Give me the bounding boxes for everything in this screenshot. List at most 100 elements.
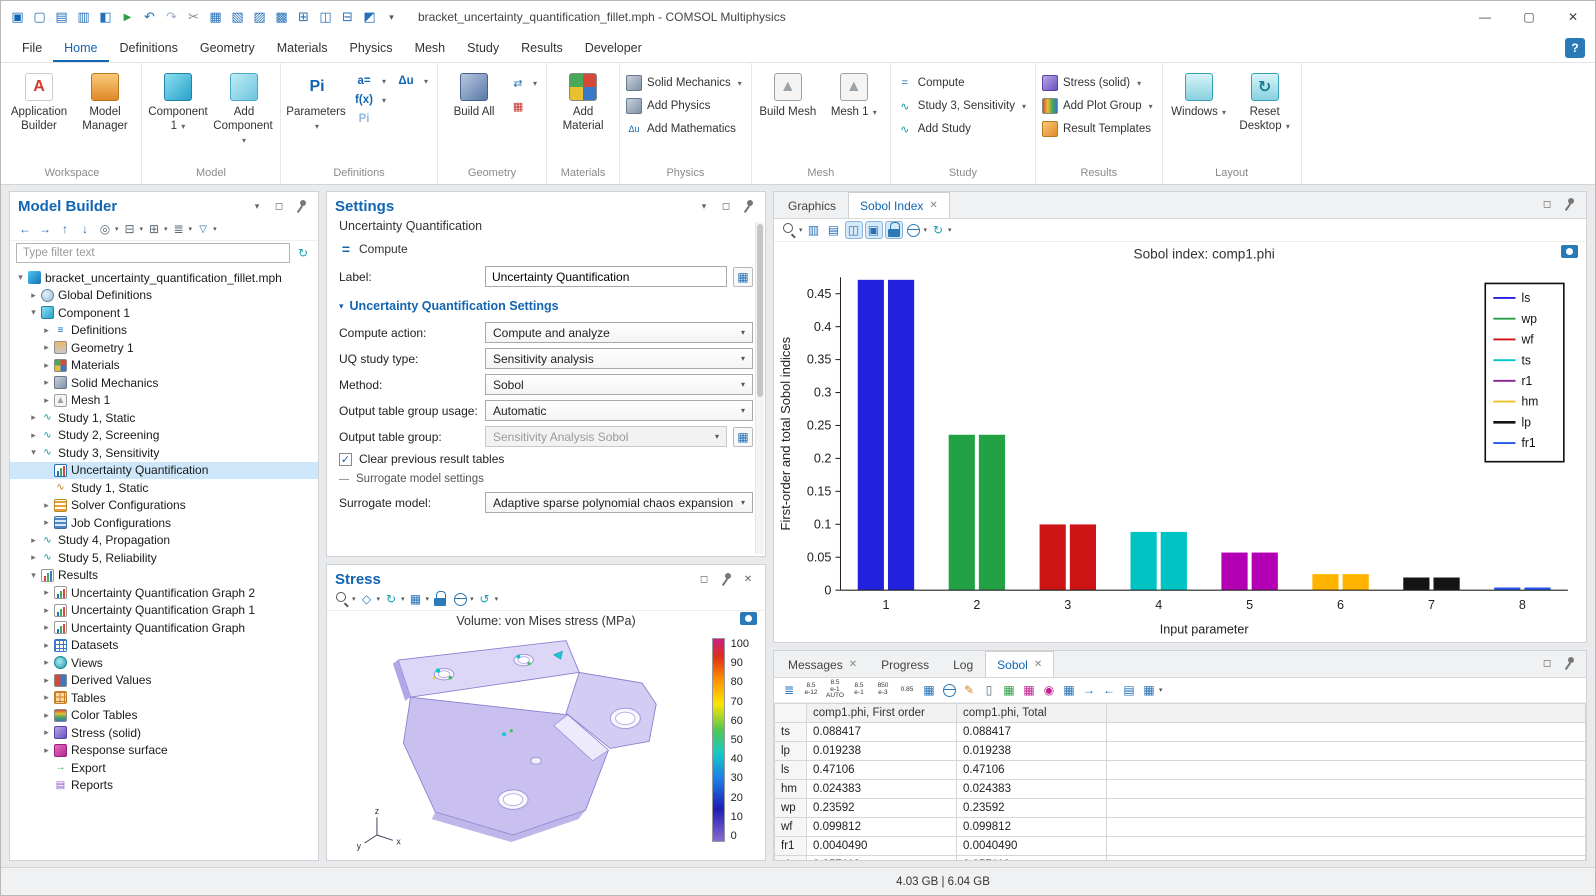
value-cell[interactable]: 0.024383 — [957, 780, 1107, 799]
minimize-button[interactable]: — — [1463, 1, 1507, 33]
tree-item-uncertainty-quantification-graph[interactable]: ▸Uncertainty Quantification Graph — [10, 619, 318, 637]
model-manager-icon[interactable] — [91, 73, 119, 101]
row-header-cell[interactable]: r1 — [775, 856, 807, 861]
tree-item-geometry-1[interactable]: ▸Geometry 1 — [10, 339, 318, 357]
dropdown-caret-icon[interactable]: ▾ — [495, 595, 499, 603]
tree-item-study-4-propagation[interactable]: ▸∿Study 4, Propagation — [10, 532, 318, 550]
ribbon-add-material[interactable]: Add Material — [551, 67, 615, 163]
expand-arrow-icon[interactable]: ▸ — [27, 290, 40, 301]
delete-icon[interactable]: ▩ — [271, 6, 292, 28]
sobol-chart-area[interactable]: Sobol index: comp1.phi1234567800.050.10.… — [774, 242, 1586, 642]
row-header-cell[interactable]: wf — [775, 818, 807, 837]
refresh-icon[interactable]: ↻ — [929, 221, 947, 239]
axis-xy-icon[interactable]: ▥ — [805, 221, 823, 239]
expand-arrow-icon[interactable]: ▸ — [40, 727, 53, 738]
row-header-cell[interactable]: wp — [775, 799, 807, 818]
tab-sobol[interactable]: Sobol✕ — [985, 651, 1054, 677]
paste-table-icon[interactable]: ▧ — [227, 6, 248, 28]
ribbon-add-mathematics[interactable]: ΔuAdd Mathematics — [624, 119, 747, 139]
tree-item-component-1[interactable]: ▾Component 1 — [10, 304, 318, 322]
sync-icon[interactable]: ↺ — [476, 590, 494, 608]
plot-image-icon[interactable] — [1561, 245, 1578, 258]
value-cell[interactable]: 0.23592 — [957, 799, 1107, 818]
stress-plot-icon[interactable] — [1042, 75, 1058, 91]
value-cell[interactable]: 0.47106 — [957, 761, 1107, 780]
expand-arrow-icon[interactable]: ▸ — [40, 377, 53, 388]
tree-item-materials[interactable]: ▸Materials — [10, 357, 318, 375]
pin-icon[interactable] — [739, 197, 757, 215]
tree-item-global-definitions[interactable]: ▸Global Definitions — [10, 287, 318, 305]
value-cell[interactable]: 0.019238 — [957, 742, 1107, 761]
open-icon[interactable]: ▤ — [51, 6, 72, 28]
expand-arrow-icon[interactable]: ▸ — [40, 605, 53, 616]
close-icon[interactable]: ✕ — [739, 570, 757, 588]
close-button[interactable]: ✕ — [1551, 1, 1595, 33]
menu-materials[interactable]: Materials — [266, 34, 339, 62]
value-cell[interactable]: 0.019238 — [807, 742, 957, 761]
copy-table-icon[interactable]: ▦ — [1060, 681, 1078, 699]
float-icon[interactable]: ◻ — [1538, 195, 1556, 213]
full-precision-icon[interactable]: ▦ — [920, 681, 938, 699]
menu-study[interactable]: Study — [456, 34, 510, 62]
tree-item-study-1-static[interactable]: ▸∿Study 1, Static — [10, 409, 318, 427]
ribbon-add-study[interactable]: ∿Add Study — [895, 119, 1031, 139]
dropdown-caret-icon[interactable]: ▾ — [1159, 686, 1163, 694]
zoom-icon[interactable] — [780, 221, 798, 239]
tree-item-job-configurations[interactable]: ▸Job Configurations — [10, 514, 318, 532]
insert-sequence-icon[interactable]: ⇄ — [510, 75, 526, 91]
menu-physics[interactable]: Physics — [338, 34, 403, 62]
uq-study-type-select[interactable]: Sensitivity analysis▾ — [485, 348, 753, 369]
value-cell[interactable]: 0.088417 — [957, 723, 1107, 742]
table-row[interactable]: fr10.00404900.0040490 — [775, 837, 1586, 856]
tree-filter-input[interactable] — [16, 243, 290, 263]
ribbon-f-x[interactable]: f(x)▾ — [351, 92, 391, 108]
compute-icon[interactable]: = — [897, 75, 913, 91]
table-settings-icon[interactable]: ⊟ — [337, 6, 358, 28]
compute-action-select[interactable]: Compute and analyze▾ — [485, 322, 753, 343]
expand-arrow-icon[interactable]: ▸ — [27, 430, 40, 441]
axis-list-icon[interactable]: ▤ — [825, 221, 843, 239]
ribbon-u[interactable]: Δu▾ — [393, 73, 433, 89]
collapse-arrow-icon[interactable]: ▾ — [27, 307, 40, 318]
component-icon[interactable] — [164, 73, 192, 101]
tree-item-uncertainty-quantification[interactable]: Uncertainty Quantification — [10, 462, 318, 480]
value-cell[interactable]: 0.0040490 — [807, 837, 957, 856]
filter-icon[interactable]: ▽ — [194, 220, 212, 238]
value-cell[interactable]: 0.23592 — [807, 799, 957, 818]
tree-item-response-surface[interactable]: ▸Response surface — [10, 742, 318, 760]
build-mesh-icon[interactable]: ▲ — [774, 73, 802, 101]
new-file-icon[interactable]: ▢ — [29, 6, 50, 28]
table-row[interactable]: hm0.0243830.024383 — [775, 780, 1586, 799]
dropdown-caret-icon[interactable]: ▾ — [115, 225, 119, 233]
dropdown-caret-icon[interactable]: ▾ — [426, 595, 430, 603]
windows-icon[interactable] — [1185, 73, 1213, 101]
lock-icon[interactable] — [885, 221, 903, 239]
tree-item-solid-mechanics[interactable]: ▸Solid Mechanics — [10, 374, 318, 392]
up-arrow-icon[interactable]: ↑ — [56, 220, 74, 238]
float-icon[interactable]: ◻ — [695, 570, 713, 588]
go-to-table-button[interactable]: ▦ — [733, 427, 753, 447]
format-plain-icon[interactable]: 0.85 — [896, 680, 918, 700]
tree-item-study-2-screening[interactable]: ▸∿Study 2, Screening — [10, 427, 318, 445]
reset-desktop-icon[interactable]: ↻ — [1251, 73, 1279, 101]
expand-arrow-icon[interactable]: ▸ — [40, 710, 53, 721]
axis-box-icon[interactable]: ◫ — [845, 221, 863, 239]
table-row[interactable]: lp0.0192380.019238 — [775, 742, 1586, 761]
run-icon[interactable]: ▶ — [117, 6, 138, 28]
circle-magenta-icon[interactable]: ◉ — [1040, 681, 1058, 699]
solid-mechanics-icon[interactable] — [626, 75, 642, 91]
application-builder-icon[interactable]: A — [25, 73, 53, 101]
expand-arrow-icon[interactable]: ▸ — [40, 517, 53, 528]
table-magenta-icon[interactable]: ▦ — [1020, 681, 1038, 699]
menu-file[interactable]: File — [11, 34, 53, 62]
close-tab-icon[interactable]: ✕ — [1034, 659, 1042, 670]
refresh-icon[interactable]: ↻ — [294, 244, 312, 262]
dropdown-caret-icon[interactable]: ▾ — [470, 595, 474, 603]
ribbon-stress-solid[interactable]: Stress (solid)▾ — [1040, 73, 1158, 93]
clear-previous-result-tables-checkbox[interactable]: Clear previous result tables — [339, 452, 753, 466]
tree-item-solver-configurations[interactable]: ▸Solver Configurations — [10, 497, 318, 515]
row-header-cell[interactable]: hm — [775, 780, 807, 799]
undo-icon[interactable]: ↶ — [139, 6, 160, 28]
label-input[interactable] — [485, 266, 727, 287]
expand-arrow-icon[interactable]: ▸ — [40, 325, 53, 336]
